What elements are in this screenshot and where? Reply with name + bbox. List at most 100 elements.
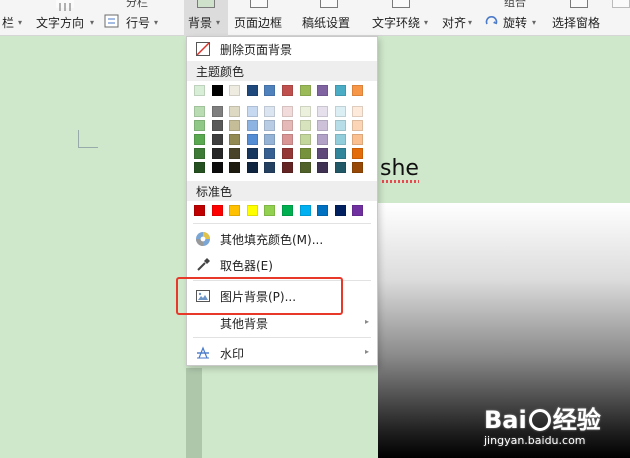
standard-color-swatch[interactable] [282,205,293,216]
theme-color-swatch[interactable] [194,85,205,96]
highlight-annotation [176,277,343,315]
theme-shade-swatch[interactable] [194,162,205,173]
theme-shade-swatch[interactable] [335,148,346,159]
align-button[interactable]: 对齐 ▾ [440,0,476,36]
theme-shade-swatch[interactable] [352,106,363,117]
theme-shade-swatch[interactable] [229,120,240,131]
theme-shade-swatch[interactable] [335,120,346,131]
standard-color-swatch[interactable] [335,205,346,216]
standard-color-swatch[interactable] [264,205,275,216]
theme-shade-swatch[interactable] [247,134,258,145]
theme-color-swatch[interactable] [300,85,311,96]
theme-shade-swatch[interactable] [247,162,258,173]
watermark-label: 水印 [220,346,245,361]
theme-shade-swatch[interactable] [352,120,363,131]
theme-shade-swatch[interactable] [194,134,205,145]
theme-shade-swatch[interactable] [282,148,293,159]
standard-color-swatch[interactable] [300,205,311,216]
theme-shade-swatch[interactable] [264,120,275,131]
theme-shade-swatch[interactable] [229,162,240,173]
theme-shade-swatch[interactable] [282,162,293,173]
theme-shade-swatch[interactable] [335,106,346,117]
theme-shade-swatch[interactable] [247,106,258,117]
standard-color-swatch[interactable] [194,205,205,216]
rotate-button[interactable]: 组合 旋转 ▾ [484,0,542,36]
theme-shade-swatch[interactable] [212,162,223,173]
theme-shade-swatch[interactable] [247,120,258,131]
theme-shade-swatch[interactable] [229,134,240,145]
theme-shade-swatch[interactable] [317,120,328,131]
paper-settings-button[interactable]: 稿纸设置 [300,0,356,36]
theme-color-swatch[interactable] [264,85,275,96]
theme-shade-swatch[interactable] [352,162,363,173]
theme-shade-swatch[interactable] [300,134,311,145]
line-number-icon [104,14,120,31]
theme-shade-swatch[interactable] [300,148,311,159]
theme-shade-swatch[interactable] [264,162,275,173]
theme-shade-swatch[interactable] [317,162,328,173]
chevron-down-icon: ▾ [154,18,159,27]
theme-shade-swatch[interactable] [212,120,223,131]
standard-color-swatch[interactable] [212,205,223,216]
theme-shade-swatch[interactable] [212,148,223,159]
theme-shade-swatch[interactable] [212,106,223,117]
watermark-item[interactable]: 水印 ▸ [187,341,377,365]
theme-shade-swatch[interactable] [317,148,328,159]
text-direction-button[interactable]: 文字方向 ▾ [36,0,98,36]
theme-shade-swatch[interactable] [352,148,363,159]
theme-shade-swatch[interactable] [194,148,205,159]
theme-color-swatch[interactable] [282,85,293,96]
theme-shade-swatch[interactable] [264,106,275,117]
theme-color-swatch[interactable] [335,85,346,96]
theme-shade-swatch[interactable] [300,162,311,173]
group-partial-label: 组合 [504,0,526,9]
text-wrap-button[interactable]: 文字环绕 ▾ [372,0,434,36]
text-wrap-label: 文字环绕 [372,16,421,30]
standard-color-swatch[interactable] [352,205,363,216]
theme-shade-swatch[interactable] [282,134,293,145]
more-fill-colors-label: 其他填充颜色(M)... [220,232,324,247]
theme-shade-swatch[interactable] [229,148,240,159]
theme-color-swatch[interactable] [229,85,240,96]
line-number-button[interactable]: 分栏 行号 ▾ [104,0,162,36]
theme-shade-swatch[interactable] [264,134,275,145]
theme-color-swatch[interactable] [247,85,258,96]
theme-shade-swatch[interactable] [300,106,311,117]
eyedropper-icon [195,257,211,273]
standard-color-swatch[interactable] [247,205,258,216]
theme-shade-swatch[interactable] [317,134,328,145]
standard-color-swatch[interactable] [317,205,328,216]
page-gutter [186,368,202,458]
theme-shade-swatch[interactable] [335,134,346,145]
theme-color-swatch[interactable] [352,85,363,96]
eyedropper-item[interactable]: 取色器(E) [187,253,377,277]
theme-shade-swatch[interactable] [317,106,328,117]
theme-shade-swatch[interactable] [282,106,293,117]
theme-shade-swatch[interactable] [282,120,293,131]
more-tools-button[interactable] [610,0,630,36]
theme-shade-swatch[interactable] [194,120,205,131]
standard-color-swatch[interactable] [229,205,240,216]
theme-shade-swatch[interactable] [212,134,223,145]
theme-color-swatch[interactable] [317,85,328,96]
more-fill-colors-item[interactable]: 其他填充颜色(M)... [187,227,377,251]
menu-separator [193,223,371,224]
theme-shade-swatch[interactable] [229,106,240,117]
remove-page-background-item[interactable]: 删除页面背景 [187,37,377,61]
theme-shade-swatch[interactable] [194,106,205,117]
chevron-right-icon: ▸ [364,347,369,356]
theme-shade-swatch[interactable] [247,148,258,159]
watermark-logo-right: 经验 [552,406,601,434]
chevron-down-icon: ▾ [18,18,23,27]
theme-shade-swatch[interactable] [335,162,346,173]
page-border-button[interactable]: 页面边框 [232,0,286,36]
columns-button[interactable]: 栏 ▾ [0,0,28,36]
page-border-icon [250,0,268,8]
theme-shade-swatch[interactable] [352,134,363,145]
theme-color-swatch[interactable] [212,85,223,96]
background-button[interactable]: 背景 ▾ [184,0,228,36]
select-pane-button[interactable]: 选择窗格 [550,0,606,36]
theme-shade-swatch[interactable] [264,148,275,159]
theme-shade-swatch[interactable] [300,120,311,131]
document-text[interactable]: she [380,156,419,183]
